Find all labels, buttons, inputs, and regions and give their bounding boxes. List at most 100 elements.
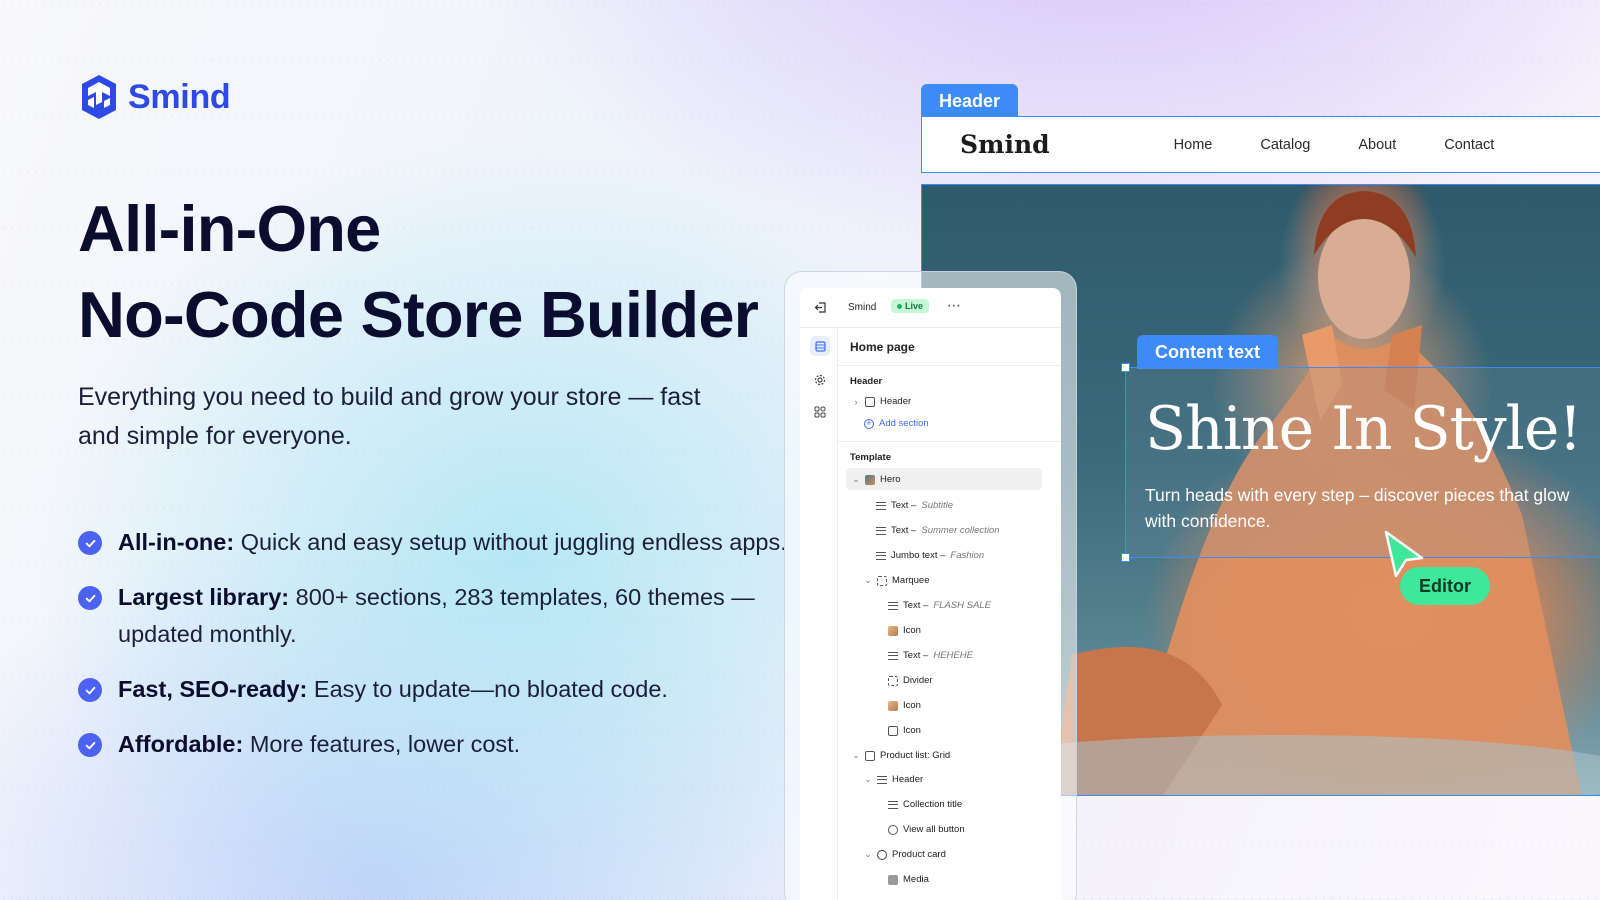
tree-item-label: Collection title (903, 799, 963, 810)
header-group-label: Header (850, 376, 883, 387)
feature-item: Fast, SEO-ready: Easy to update—no bloat… (78, 671, 798, 708)
feature-description: Easy to update—no bloated code. (307, 676, 668, 702)
add-section-button[interactable]: + Add section (864, 418, 929, 429)
tree-item-text-flash[interactable]: Text – FLASH SALE (888, 600, 991, 611)
brand-logo[interactable]: Smind (78, 74, 231, 120)
tree-item-marquee[interactable]: ⌄ Marquee (864, 575, 930, 586)
layout-icon (865, 396, 875, 407)
check-circle-icon (78, 678, 102, 702)
nav-link-home[interactable]: Home (1174, 137, 1213, 153)
page-title[interactable]: Home page (850, 340, 915, 354)
image-icon (888, 700, 898, 711)
tree-item-product-list[interactable]: ⌄ Product list: Grid (852, 750, 950, 761)
check-circle-icon (78, 531, 102, 555)
nav-link-catalog[interactable]: Catalog (1260, 137, 1310, 153)
tree-item-icon[interactable]: Icon (888, 625, 921, 636)
feature-title: All-in-one: (118, 529, 235, 555)
divider (838, 441, 1061, 442)
tree-item-hero[interactable]: ⌄ Hero (852, 474, 901, 485)
divider (838, 365, 1061, 366)
exit-icon[interactable] (814, 301, 827, 314)
editor-sidebar (800, 328, 838, 900)
tree-item-collection-title[interactable]: Collection title (888, 799, 962, 810)
more-options-icon[interactable]: ⋯ (947, 297, 962, 314)
chevron-down-icon[interactable]: ⌄ (852, 474, 860, 485)
tree-item-label: Marquee (892, 575, 930, 586)
grid-icon (865, 750, 875, 761)
tree-item-label: Divider (903, 675, 933, 686)
image-icon (888, 625, 898, 636)
editor-panel: Smind Live ⋯ Home page Header › Header + A… (800, 288, 1061, 900)
brand-name: Smind (128, 77, 231, 116)
feature-text: Largest library: 800+ sections, 283 temp… (118, 579, 798, 653)
hero-text[interactable]: Turn heads with every step – discover pi… (1145, 482, 1600, 534)
feature-text: All-in-one: Quick and easy setup without… (118, 524, 787, 561)
tree-item-sublabel: Fashion (950, 550, 985, 561)
refresh-icon (877, 849, 887, 860)
text-icon (876, 501, 886, 510)
tree-item-label: Hero (880, 474, 901, 485)
plus-circle-icon: + (864, 418, 874, 429)
feature-title: Largest library: (118, 584, 290, 610)
feature-list: All-in-one: Quick and easy setup without… (78, 524, 798, 781)
tree-item-sublabel: FLASH SALE (933, 600, 991, 611)
feature-item: Largest library: 800+ sections, 283 temp… (78, 579, 798, 653)
tree-item-label: Product card (892, 849, 946, 860)
feature-text: Affordable: More features, lower cost. (118, 726, 520, 763)
feature-description: Quick and easy setup without juggling en… (234, 529, 787, 555)
text-icon (877, 775, 887, 784)
tree-item-label: Text – (891, 525, 917, 536)
tree-item-label: View all button (903, 824, 965, 835)
nav-link-contact[interactable]: Contact (1444, 137, 1494, 153)
tree-item-product-card[interactable]: ⌄ Product card (864, 849, 946, 860)
resize-handle-bottom-left[interactable] (1121, 553, 1130, 562)
chevron-down-icon[interactable]: ⌄ (852, 750, 860, 761)
settings-gear-icon[interactable] (810, 370, 830, 390)
nav-link-about[interactable]: About (1358, 137, 1396, 153)
chevron-down-icon[interactable]: ⌄ (864, 774, 872, 785)
tree-item-label: Icon (903, 700, 921, 711)
chevron-right-icon[interactable]: › (852, 397, 860, 407)
preview-site-nav: Home Catalog About Contact (1174, 137, 1543, 153)
check-circle-icon (78, 586, 102, 610)
tree-item-icon[interactable]: Icon (888, 700, 921, 711)
tree-item-jumbo-text[interactable]: Jumbo text – Fashion (876, 550, 984, 561)
tree-item-header[interactable]: › Header (852, 396, 912, 407)
live-status-badge: Live (891, 299, 930, 313)
resize-handle-top-left[interactable] (1121, 363, 1130, 372)
page-headline: All-in-One No-Code Store Builder (78, 186, 759, 358)
check-circle-icon (78, 733, 102, 757)
headline-line-2: No-Code Store Builder (78, 278, 759, 351)
tree-item-view-all-button[interactable]: View all button (888, 824, 965, 835)
live-status-label: Live (905, 301, 924, 311)
tree-item-media[interactable]: Media (888, 874, 929, 885)
tree-item-label: Icon (903, 625, 921, 636)
tree-item-list-header[interactable]: ⌄ Header (864, 774, 923, 785)
tree-item-divider[interactable]: Divider (888, 675, 933, 686)
tree-item-icon[interactable]: Icon (888, 725, 921, 736)
headline-line-1: All-in-One (78, 192, 381, 265)
tree-item-label: Jumbo text – (891, 550, 946, 561)
tree-item-text-subtitle[interactable]: Text – Subtitle (876, 500, 953, 511)
feature-text: Fast, SEO-ready: Easy to update—no bloat… (118, 671, 668, 708)
editor-cursor-label: Editor (1400, 567, 1490, 605)
editor-topbar: Smind Live ⋯ (800, 288, 1061, 328)
content-text-tag[interactable]: Content text (1137, 335, 1278, 369)
preview-site-brand[interactable]: Smind (960, 130, 1050, 159)
chevron-down-icon[interactable]: ⌄ (864, 849, 872, 860)
feature-title: Affordable: (118, 731, 244, 757)
sections-icon[interactable] (810, 336, 830, 356)
feature-item: Affordable: More features, lower cost. (78, 726, 798, 763)
chevron-down-icon[interactable]: ⌄ (864, 575, 872, 586)
apps-icon[interactable] (810, 402, 830, 422)
preview-site-header[interactable]: Smind Home Catalog About Contact (921, 116, 1600, 173)
hero-title[interactable]: Shine In Style! (1145, 394, 1582, 464)
button-icon (888, 824, 898, 835)
feature-title: Fast, SEO-ready: (118, 676, 308, 702)
tree-item-text-summer[interactable]: Text – Summer collection (876, 525, 1000, 536)
text-icon (876, 526, 886, 535)
marquee-icon (877, 575, 887, 586)
image-section-icon (865, 474, 875, 485)
header-section-tag[interactable]: Header (921, 84, 1019, 118)
tree-item-text-hehehe[interactable]: Text – HEHEHE (888, 650, 973, 661)
